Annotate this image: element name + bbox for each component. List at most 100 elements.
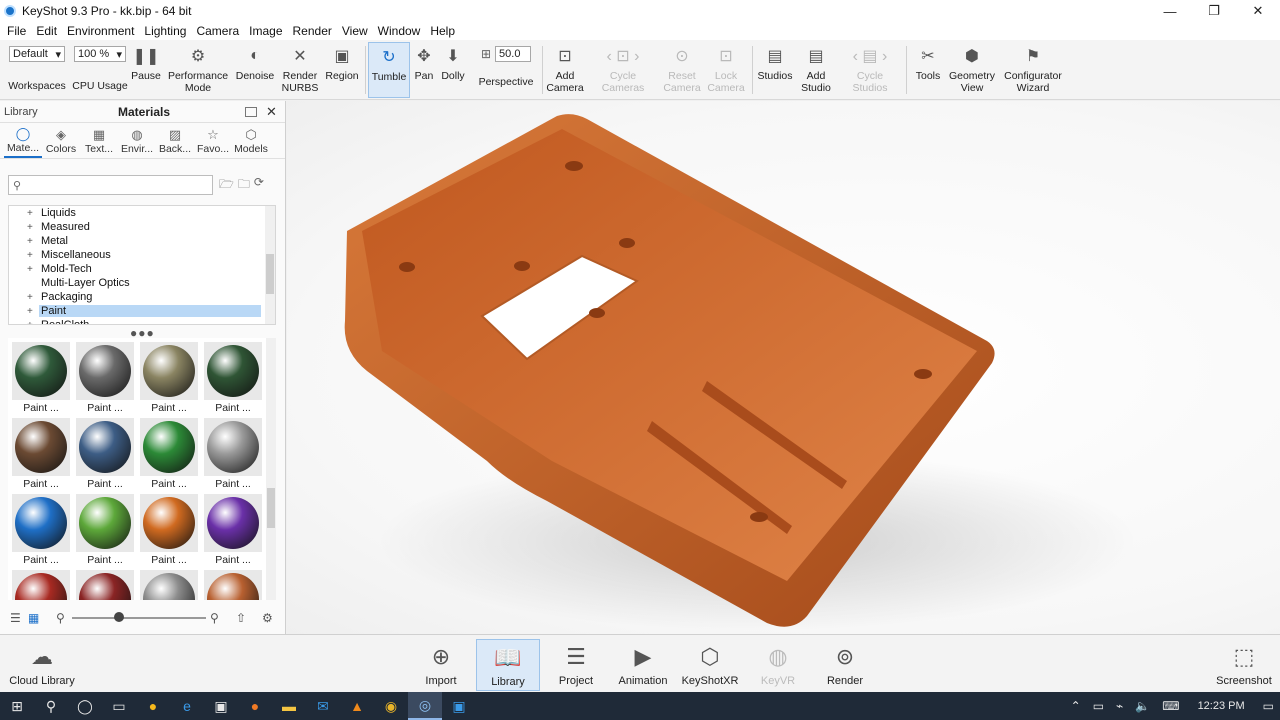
material-swatch[interactable]: Paint ... <box>10 492 72 566</box>
menu-lighting[interactable]: Lighting <box>139 24 191 38</box>
notifications-icon[interactable]: ▭ <box>1257 699 1280 713</box>
menu-render[interactable]: Render <box>288 24 337 38</box>
expand-icon[interactable]: + <box>27 250 33 261</box>
workspaces-control[interactable]: Default ▾ Workspaces <box>6 42 68 98</box>
list-view-icon[interactable]: ☰ <box>10 611 21 625</box>
material-swatch[interactable] <box>202 568 264 600</box>
expand-icon[interactable]: + <box>27 292 33 303</box>
add-camera-button[interactable]: ⊡ Add Camera <box>545 42 585 98</box>
restore-button[interactable]: ❐ <box>1192 0 1236 22</box>
material-swatch[interactable] <box>138 568 200 600</box>
cpu-usage-control[interactable]: 100 % ▾ CPU Usage <box>72 42 128 98</box>
expand-icon[interactable]: + <box>27 306 33 317</box>
render-nurbs-button[interactable]: ✕ Render NURBS <box>280 42 320 98</box>
material-swatch[interactable] <box>10 568 72 600</box>
denoise-button[interactable]: ◐ Denoise <box>234 42 276 98</box>
studios-button[interactable]: ▤ Studios <box>756 42 794 98</box>
tree-item[interactable]: + RealCloth <box>9 318 275 325</box>
expand-icon[interactable]: + <box>27 320 33 325</box>
search-icon[interactable]: ⚲ <box>34 692 68 720</box>
tumble-button[interactable]: ↻ Tumble <box>368 42 410 98</box>
menu-edit[interactable]: Edit <box>31 24 62 38</box>
store-icon[interactable]: ▣ <box>204 692 238 720</box>
thumbnail-size-slider-knob[interactable] <box>114 612 124 622</box>
material-swatch[interactable]: Paint ... <box>202 416 264 490</box>
thumbnail-size-slider[interactable] <box>72 617 206 619</box>
tree-item[interactable]: + Miscellaneous <box>9 248 275 262</box>
import-folder-icon[interactable]: 🗁 <box>219 175 234 196</box>
close-icon[interactable]: ✕ <box>266 104 277 120</box>
vlc-icon[interactable]: ▲ <box>340 692 374 720</box>
expand-icon[interactable]: + <box>27 222 33 233</box>
chevron-up-icon[interactable]: ⌃ <box>1065 699 1087 713</box>
material-swatch[interactable]: Paint ... <box>202 492 264 566</box>
region-button[interactable]: ▣ Region <box>323 42 361 98</box>
menu-environment[interactable]: Environment <box>62 24 139 38</box>
tab-models[interactable]: ⬡ Models <box>232 123 270 158</box>
project-button[interactable]: ☰ Project <box>544 639 608 691</box>
tree-item[interactable]: + Mold-Tech <box>9 262 275 276</box>
expand-icon[interactable]: + <box>27 236 33 247</box>
dolly-button[interactable]: ⬇ Dolly <box>438 42 468 98</box>
menu-file[interactable]: File <box>2 24 31 38</box>
expand-icon[interactable]: + <box>27 264 33 275</box>
clock[interactable]: 12:23 PM <box>1186 700 1257 712</box>
geometry-view-button[interactable]: ⬢ Geometry View <box>948 42 996 98</box>
perspective-control[interactable]: ⊞ 50.0 Perspective <box>474 42 538 98</box>
grid-view-icon[interactable]: ▦ <box>28 611 39 625</box>
network-icon[interactable]: ⌁ <box>1110 699 1129 713</box>
pause-button[interactable]: ❚❚ Pause <box>130 42 162 98</box>
expand-icon[interactable]: + <box>27 208 33 219</box>
library-search-input[interactable]: ⚲ <box>8 175 213 195</box>
cycle-studios-button[interactable]: ‹ ▤ › Cycle Studios <box>846 42 894 98</box>
menu-camera[interactable]: Camera <box>191 24 244 38</box>
performance-mode-button[interactable]: ⚙ Performance Mode <box>166 42 230 98</box>
undock-icon[interactable] <box>245 106 257 117</box>
fov-input[interactable]: 50.0 <box>495 46 532 62</box>
tree-item[interactable]: + Liquids <box>9 206 275 220</box>
menu-help[interactable]: Help <box>425 24 460 38</box>
lock-camera-button[interactable]: ⊡ Lock Camera <box>706 42 746 98</box>
cortana-icon[interactable]: ◯ <box>68 692 102 720</box>
tree-scrollbar[interactable] <box>265 206 275 324</box>
settings-icon[interactable]: ⚙ <box>262 611 273 625</box>
keyvr-button[interactable]: ◍ KeyVR <box>746 639 810 691</box>
upload-icon[interactable]: ⇧ <box>236 611 246 625</box>
tree-item[interactable]: + Packaging <box>9 290 275 304</box>
tree-scroll-thumb[interactable] <box>266 254 274 294</box>
volume-icon[interactable]: 🔈 <box>1129 699 1156 713</box>
tree-item[interactable]: + Paint <box>9 304 275 318</box>
minimize-button[interactable]: — <box>1148 0 1192 22</box>
material-swatch[interactable]: Paint ... <box>138 492 200 566</box>
menu-view[interactable]: View <box>337 24 373 38</box>
photo-app-icon[interactable]: ▣ <box>442 692 476 720</box>
tab-textures[interactable]: ▦ Text... <box>80 123 118 158</box>
material-swatch[interactable]: Paint ... <box>74 492 136 566</box>
material-swatch[interactable]: Paint ... <box>10 340 72 414</box>
app-icon[interactable]: ● <box>136 692 170 720</box>
material-swatch[interactable]: Paint ... <box>10 416 72 490</box>
tab-environments[interactable]: ◍ Envir... <box>118 123 156 158</box>
export-folder-icon[interactable]: 🗀 <box>238 175 250 196</box>
tab-colors[interactable]: ◈ Colors <box>42 123 80 158</box>
material-swatch[interactable]: Paint ... <box>74 416 136 490</box>
edge-browser-icon[interactable]: e <box>170 692 204 720</box>
chrome-icon[interactable]: ◉ <box>374 692 408 720</box>
keyboard-icon[interactable]: ⌨ <box>1156 699 1185 713</box>
library-button[interactable]: 📖 Library <box>476 639 540 691</box>
cycle-cameras-button[interactable]: ‹ ⊡ › Cycle Cameras <box>600 42 646 98</box>
workspaces-dropdown[interactable]: Default ▾ <box>9 46 65 62</box>
reset-camera-button[interactable]: ⊙ Reset Camera <box>662 42 702 98</box>
grid-scrollbar[interactable] <box>266 338 276 600</box>
battery-icon[interactable]: ▭ <box>1087 699 1110 713</box>
material-swatch[interactable]: Paint ... <box>138 416 200 490</box>
close-button[interactable]: ✕ <box>1236 0 1280 22</box>
keyshot-taskbar-icon[interactable]: ◎ <box>408 692 442 720</box>
keyshotxr-button[interactable]: ⬡ KeyShotXR <box>678 639 742 691</box>
render-button[interactable]: ⊚ Render <box>813 639 877 691</box>
firefox-icon[interactable]: ● <box>238 692 272 720</box>
material-swatch[interactable]: Paint ... <box>138 340 200 414</box>
tree-item[interactable]: + Metal <box>9 234 275 248</box>
configurator-wizard-button[interactable]: ⚑ Configurator Wizard <box>1000 42 1066 98</box>
tab-materials[interactable]: ◯ Mate... <box>4 123 42 158</box>
